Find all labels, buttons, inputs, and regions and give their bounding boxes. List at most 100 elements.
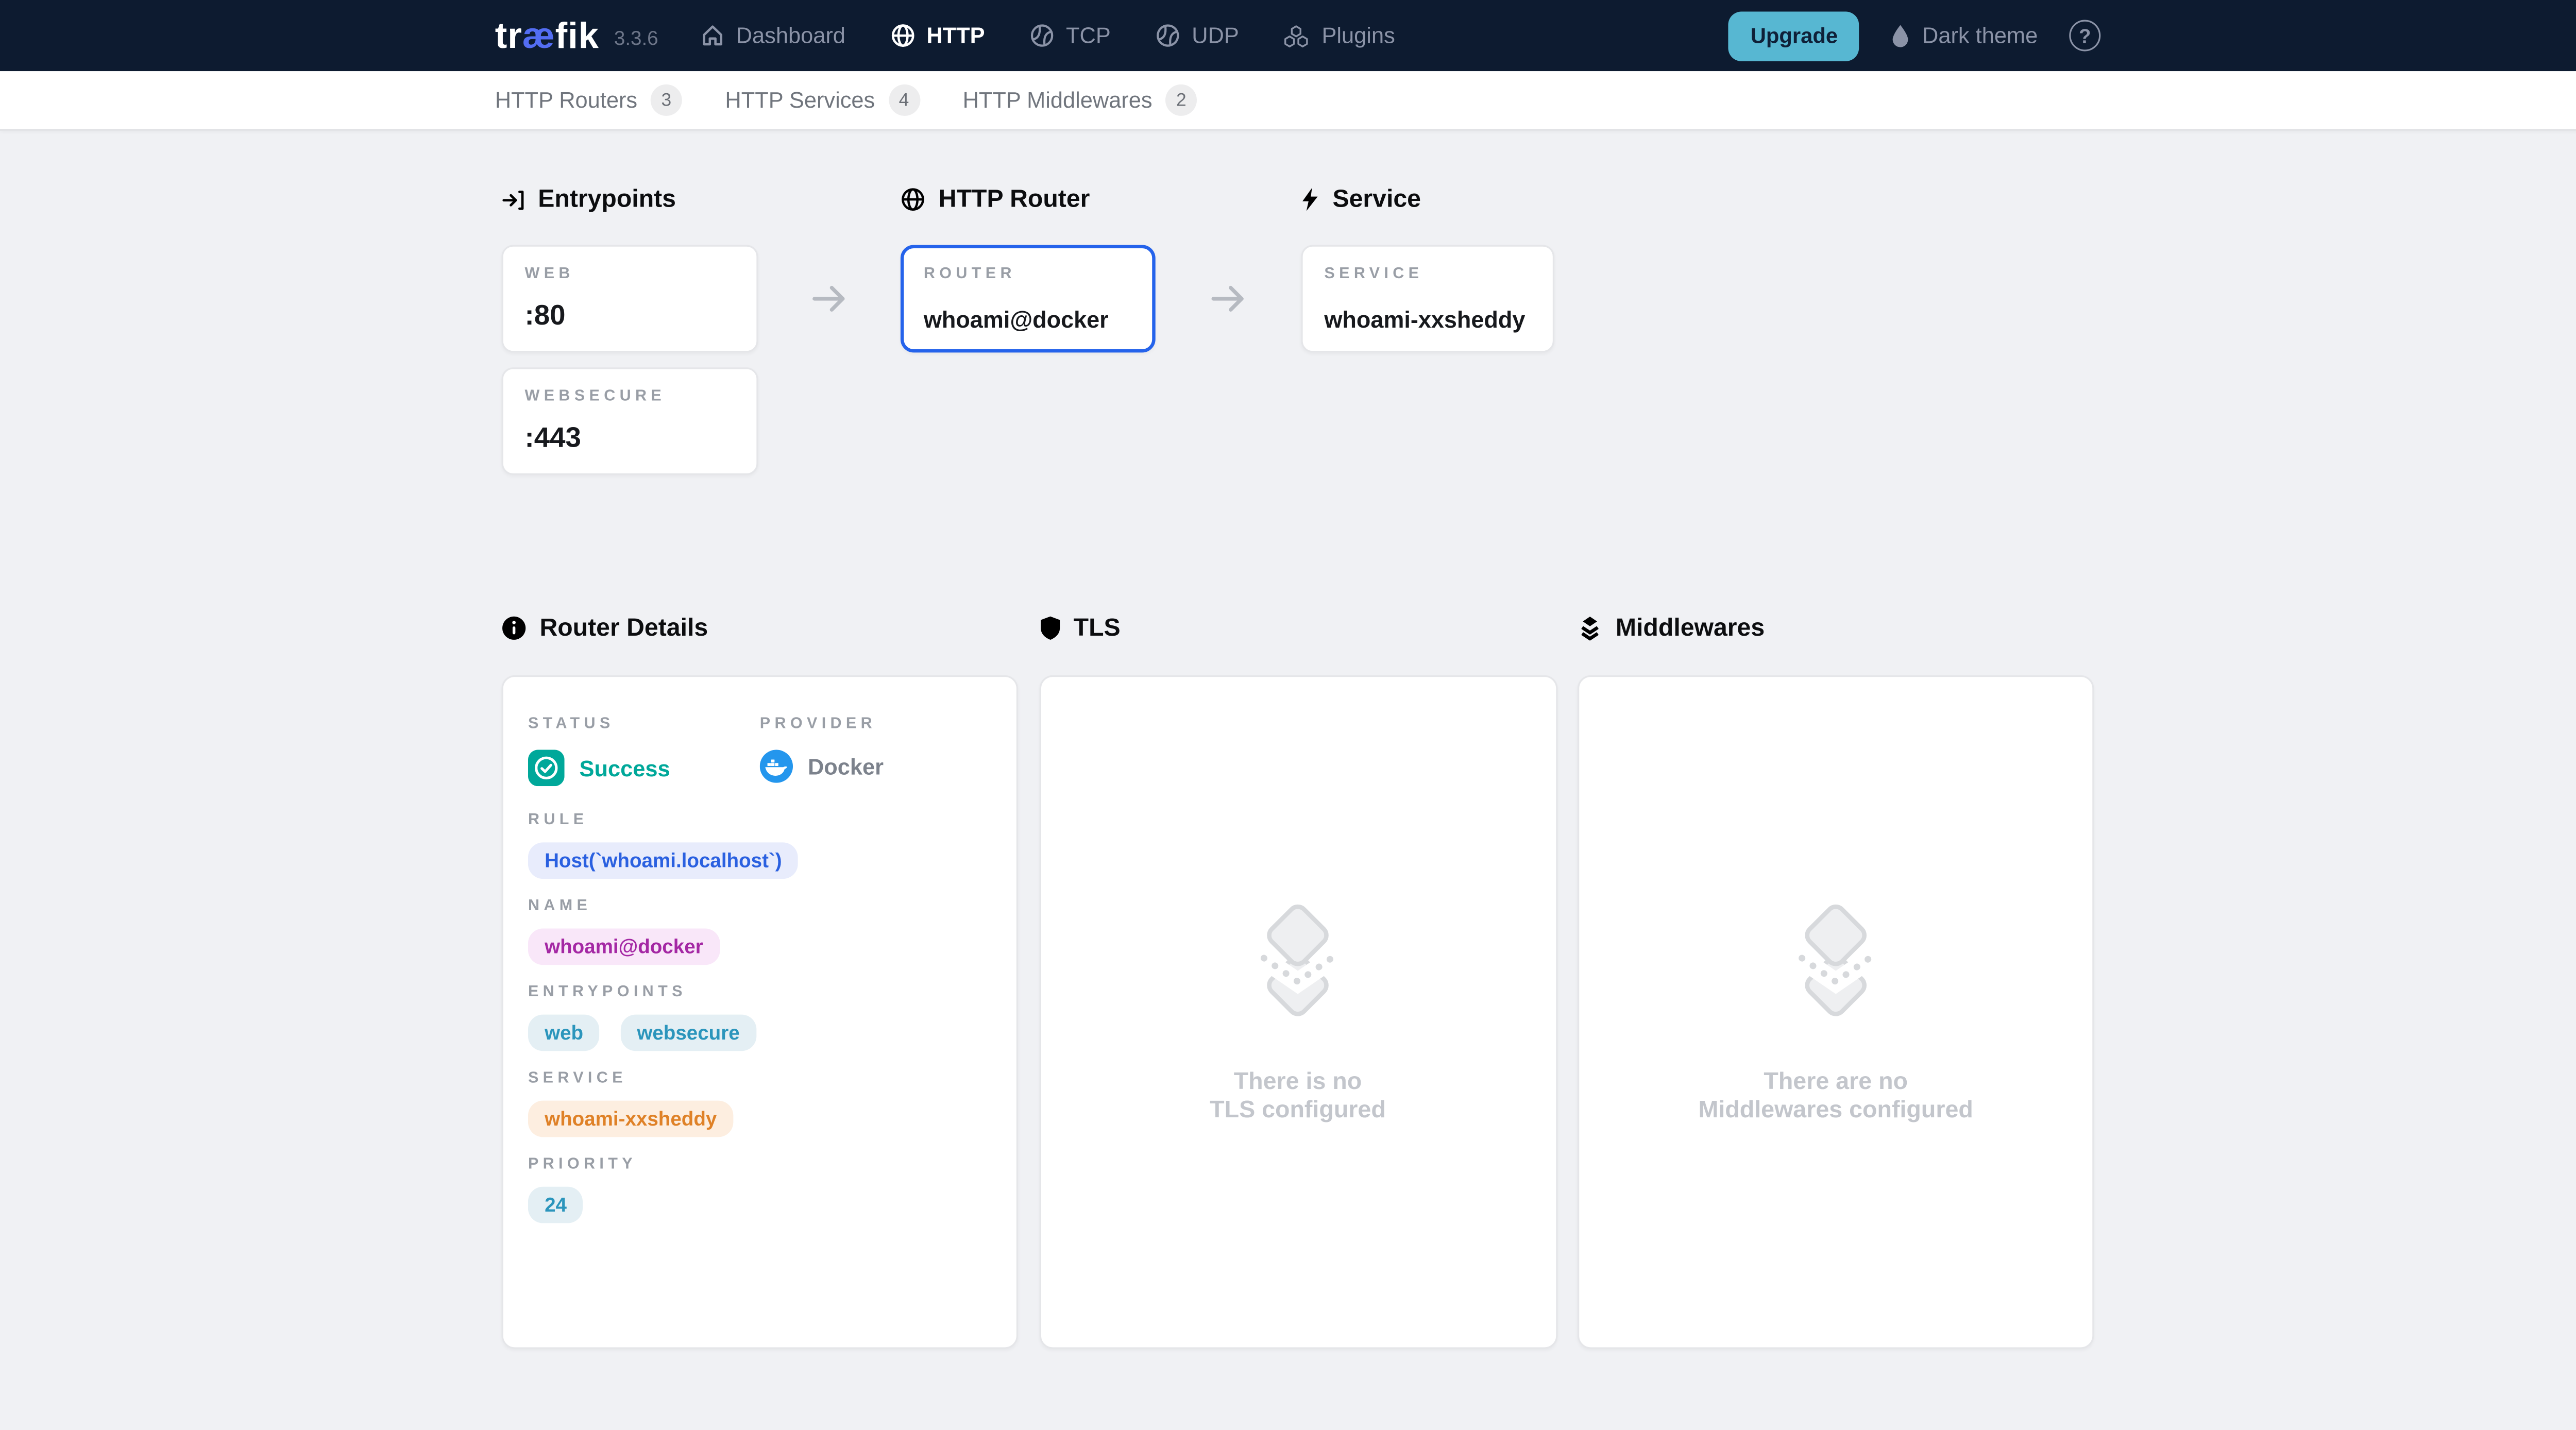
service-chip: whoami-xxsheddy xyxy=(528,1101,734,1137)
card-label: SERVICE xyxy=(1324,265,1531,283)
tab-label: HTTP Services xyxy=(725,88,875,112)
tls-card: There is no TLS configured xyxy=(1039,675,1557,1349)
main-nav: Dashboard HTTP TCP xyxy=(700,23,1395,48)
topbar: træfik 3.3.6 Dashboard HTTP xyxy=(0,0,2576,71)
entrypoint-card-websecure[interactable]: WEBSECURE :443 xyxy=(502,367,758,475)
service-card[interactable]: SERVICE whoami-xxsheddy xyxy=(1301,245,1554,353)
tab-count-badge: 4 xyxy=(888,84,920,116)
info-icon xyxy=(502,616,527,640)
nav-item-udp[interactable]: UDP xyxy=(1156,23,1239,48)
udp-icon xyxy=(1156,23,1180,48)
card-value: whoami-xxsheddy xyxy=(1324,306,1531,332)
empty-line: There is no xyxy=(1210,1068,1386,1097)
status-field: STATUS Success xyxy=(528,707,760,786)
droplet-icon xyxy=(1891,22,1911,48)
upgrade-button[interactable]: Upgrade xyxy=(1729,11,1859,60)
tab-http-routers[interactable]: HTTP Routers 3 xyxy=(495,84,682,116)
dark-theme-toggle[interactable]: Dark theme xyxy=(1891,22,2038,48)
help-icon[interactable]: ? xyxy=(2069,20,2100,52)
card-value: :80 xyxy=(525,300,735,333)
tab-label: HTTP Routers xyxy=(495,88,637,112)
section-title: Middlewares xyxy=(1616,614,1765,642)
rule-chip: Host(`whoami.localhost`) xyxy=(528,842,799,879)
main-content: Entrypoints HTTP Router Service WEB xyxy=(0,131,2576,1349)
nav-label: Plugins xyxy=(1321,23,1395,48)
tcp-icon xyxy=(1029,23,1054,48)
nav-item-plugins[interactable]: Plugins xyxy=(1284,23,1395,48)
section-title: TLS xyxy=(1074,614,1121,642)
tls-heading: TLS xyxy=(1039,614,1557,642)
tab-http-middlewares[interactable]: HTTP Middlewares 2 xyxy=(963,84,1197,116)
tls-empty-message: There is no TLS configured xyxy=(1210,1068,1386,1125)
provider-field: PROVIDER Docker xyxy=(760,707,992,786)
router-details-heading: Router Details xyxy=(502,614,1018,642)
entrypoint-chip: websecure xyxy=(620,1015,756,1051)
router-details-column: Router Details STATUS Success xyxy=(502,614,1018,1349)
globe-icon xyxy=(901,187,925,212)
card-value: whoami@docker xyxy=(924,306,1132,332)
flow-arrow-icon xyxy=(758,245,901,353)
nav-label: Dashboard xyxy=(736,23,845,48)
empty-line: There are no xyxy=(1699,1068,1973,1097)
traefik-logo[interactable]: træfik xyxy=(495,14,599,57)
section-title: HTTP Router xyxy=(939,185,1090,214)
http-router-heading: HTTP Router xyxy=(901,185,1156,214)
name-field: NAME whoami@docker xyxy=(528,897,992,965)
rule-field: RULE Host(`whoami.localhost`) xyxy=(528,811,992,879)
tab-label: HTTP Middlewares xyxy=(963,88,1153,112)
middlewares-heading: Middlewares xyxy=(1578,614,2094,642)
tab-count-badge: 2 xyxy=(1165,84,1197,116)
entrypoints-heading: Entrypoints xyxy=(502,185,758,214)
empty-line: Middlewares configured xyxy=(1699,1097,1973,1125)
entrypoints-label: ENTRYPOINTS xyxy=(528,983,992,1001)
logo-ae: æ xyxy=(522,14,555,55)
tls-column: TLS There is no xyxy=(1039,614,1557,1349)
tab-count-badge: 3 xyxy=(651,84,682,116)
empty-layers-illustration xyxy=(1245,899,1351,1025)
name-label: NAME xyxy=(528,897,992,915)
priority-label: PRIORITY xyxy=(528,1155,992,1173)
subnav: HTTP Routers 3 HTTP Services 4 HTTP Midd… xyxy=(0,71,2576,131)
nav-label: UDP xyxy=(1192,23,1239,48)
priority-chip: 24 xyxy=(528,1187,583,1223)
middlewares-column: Middlewares There are no xyxy=(1578,614,2094,1349)
docker-icon xyxy=(760,750,793,782)
logo-part: tr xyxy=(495,14,522,55)
tab-http-services[interactable]: HTTP Services 4 xyxy=(725,84,920,116)
card-label: WEBSECURE xyxy=(525,387,735,405)
name-chip: whoami@docker xyxy=(528,928,720,965)
login-arrow-icon xyxy=(502,188,525,211)
pipeline: Entrypoints HTTP Router Service WEB xyxy=(502,185,2101,475)
section-title: Service xyxy=(1332,185,1421,214)
layers-icon xyxy=(1578,616,1602,640)
empty-line: TLS configured xyxy=(1210,1097,1386,1125)
entrypoint-card-web[interactable]: WEB :80 xyxy=(502,245,758,353)
flow-arrow-icon xyxy=(1156,245,1301,353)
plugins-icon xyxy=(1284,24,1310,47)
card-label: ROUTER xyxy=(924,265,1132,283)
globe-icon xyxy=(890,23,915,48)
lightning-icon xyxy=(1301,187,1319,212)
nav-label: TCP xyxy=(1066,23,1111,48)
router-card[interactable]: ROUTER whoami@docker xyxy=(901,245,1156,353)
entrypoint-chip: web xyxy=(528,1015,600,1051)
empty-layers-illustration xyxy=(1783,899,1889,1025)
status-value: Success xyxy=(580,756,670,780)
nav-item-tcp[interactable]: TCP xyxy=(1029,23,1110,48)
success-check-icon xyxy=(528,750,565,786)
version-label: 3.3.6 xyxy=(614,22,658,48)
service-label: SERVICE xyxy=(528,1069,992,1087)
traefik-dashboard: træfik 3.3.6 Dashboard HTTP xyxy=(0,0,2576,1430)
section-title: Router Details xyxy=(539,614,708,642)
priority-field: PRIORITY 24 xyxy=(528,1155,992,1223)
card-value: :443 xyxy=(525,422,735,455)
nav-label: HTTP xyxy=(926,23,985,48)
nav-item-http[interactable]: HTTP xyxy=(890,23,985,48)
topbar-actions: Upgrade Dark theme ? xyxy=(1729,11,2100,60)
nav-item-dashboard[interactable]: Dashboard xyxy=(700,23,845,48)
shield-icon xyxy=(1039,616,1060,640)
dark-theme-label: Dark theme xyxy=(1922,23,2038,48)
logo-part: fik xyxy=(555,14,599,55)
router-details-card: STATUS Success PROVIDER xyxy=(502,675,1018,1349)
status-label: STATUS xyxy=(528,715,615,733)
